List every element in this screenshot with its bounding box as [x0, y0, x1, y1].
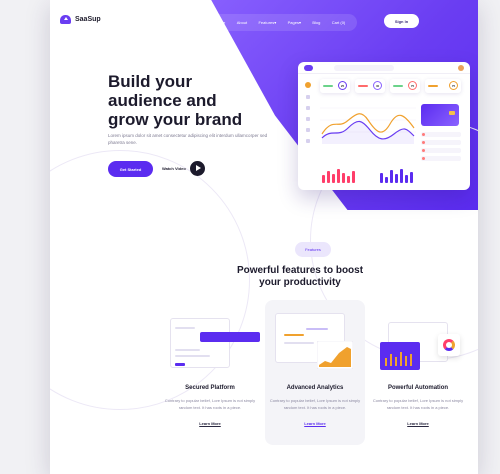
hero-title-line: Build your: [108, 72, 193, 91]
stat-value: 75: [408, 81, 417, 90]
feature-secured-platform: Secured Platform Contrary to popular bel…: [160, 385, 260, 426]
nav-item-pages[interactable]: Pages▾: [288, 20, 301, 25]
credit-card-widget: [421, 104, 459, 126]
secured-platform-illustration: [170, 318, 260, 378]
feature-description: Contrary to popular belief, Lore Ipsum i…: [269, 398, 361, 410]
feature-title: Powerful Automation: [387, 385, 449, 391]
main-menu: Home About Features▾ Pages▾ Blog Cart (0…: [203, 14, 357, 31]
hero-title-line: audience and: [108, 91, 217, 110]
dashboard-line-chart: [320, 107, 416, 144]
features-heading-line: Powerful features to boost: [236, 265, 364, 276]
feature-description: Contrary to popular belief, Lore Ipsum i…: [164, 398, 256, 410]
stat-card: 40: [355, 79, 385, 93]
brand-logo[interactable]: SaaSup: [60, 15, 101, 24]
hero-title: Build your audience and grow your brand: [108, 72, 278, 129]
stat-card: 75: [425, 79, 461, 93]
stat-value: 75: [449, 81, 458, 90]
stat-card: 75: [390, 79, 420, 93]
mini-bar-chart: [378, 157, 422, 183]
illustration-window: [170, 318, 230, 368]
password-field-graphic: [200, 332, 260, 342]
nav-item-home[interactable]: Home: [215, 20, 226, 25]
stat-value: 40: [373, 81, 382, 90]
advanced-analytics-illustration: [275, 313, 355, 373]
dashboard-menu-icon: [306, 139, 310, 143]
watch-video-button[interactable]: Watch Video: [162, 161, 205, 176]
learn-more-link[interactable]: Learn More: [368, 421, 468, 426]
nav-item-features[interactable]: Features▾: [258, 20, 276, 25]
avatar: [458, 65, 464, 71]
hero-lead-text: Lorem ipsum dolor sit amet consectetur a…: [108, 133, 268, 145]
mini-bar-chart: [320, 157, 364, 183]
dashboard-topbar: [298, 62, 470, 74]
hero-title-line: grow your brand: [108, 110, 243, 129]
landing-page: SaaSup Home About Features▾ Pages▾ Blog …: [50, 0, 478, 474]
nav-item-about[interactable]: About: [237, 20, 247, 25]
sign-in-button[interactable]: Sign In: [384, 14, 419, 28]
learn-more-link[interactable]: Learn More: [265, 421, 365, 426]
dashboard-search-field: [334, 65, 394, 71]
dashboard-menu-icon: [306, 95, 310, 99]
transaction-row: [421, 140, 461, 145]
automation-bar-panel: [380, 342, 420, 370]
nav-item-cart[interactable]: Cart (0): [332, 20, 346, 25]
donut-chart-card: [438, 334, 460, 356]
feature-title: Secured Platform: [185, 385, 235, 391]
transaction-row: [421, 156, 461, 161]
dashboard-menu-icon: [306, 117, 310, 121]
features-heading-line: your productivity: [259, 277, 341, 288]
watch-video-label: Watch Video: [162, 166, 186, 171]
area-chart-graphic: [317, 341, 353, 369]
dashboard-sidebar: [304, 82, 312, 143]
stat-card: 25: [320, 79, 350, 93]
dashboard-menu-icon: [306, 106, 310, 110]
transaction-row: [421, 148, 461, 153]
get-started-button[interactable]: Get Started: [108, 161, 153, 177]
dashboard-home-icon: [305, 82, 311, 88]
top-navigation: SaaSup Home About Features▾ Pages▾ Blog …: [50, 12, 478, 32]
learn-more-link[interactable]: Learn More: [160, 421, 260, 426]
dashboard-mockup: 25 40 75 75: [298, 62, 470, 190]
feature-title: Advanced Analytics: [286, 385, 344, 391]
transaction-row: [421, 132, 461, 137]
feature-powerful-automation: Powerful Automation Contrary to popular …: [368, 385, 468, 426]
play-icon: [189, 161, 205, 176]
brand-name: SaaSup: [75, 16, 101, 23]
cloud-logo-icon: [60, 15, 71, 24]
feature-description: Contrary to popular belief, Lore Ipsum i…: [372, 398, 464, 410]
nav-item-blog[interactable]: Blog: [312, 20, 320, 25]
dashboard-menu-icon: [306, 128, 310, 132]
feature-advanced-analytics: Advanced Analytics Contrary to popular b…: [265, 385, 365, 426]
powerful-automation-illustration: [380, 322, 465, 377]
features-pill: Features: [295, 242, 331, 257]
features-heading: Powerful features to boost your producti…: [150, 265, 450, 289]
dashboard-logo-icon: [304, 65, 313, 71]
stat-value: 25: [338, 81, 347, 90]
